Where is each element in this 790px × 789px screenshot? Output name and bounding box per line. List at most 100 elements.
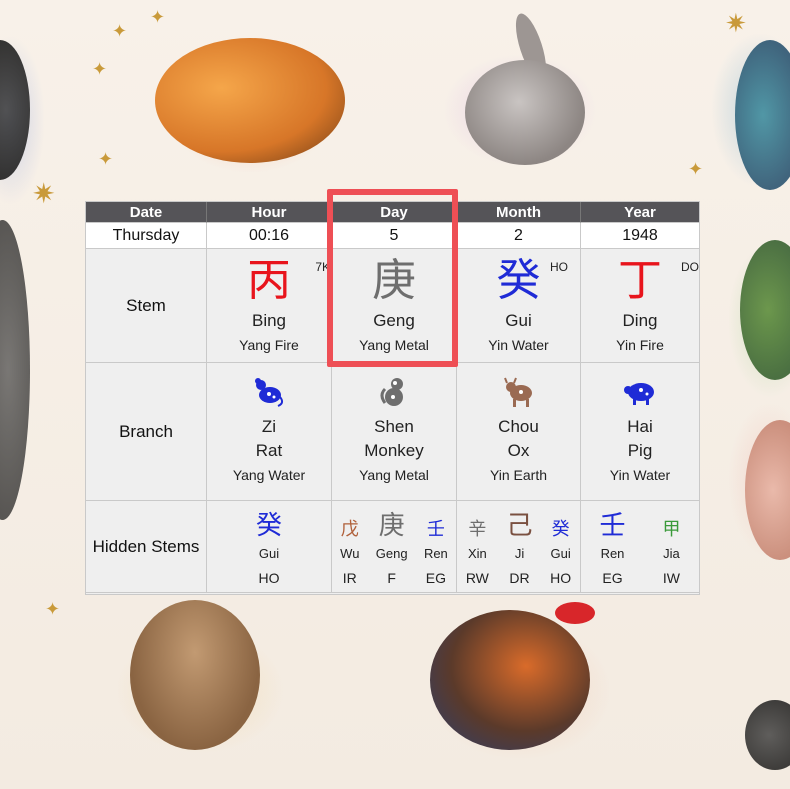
branch-year: Hai Pig Yin Water: [581, 363, 699, 501]
stem-element: Yang Fire: [239, 337, 299, 353]
hidden-stem-character: 壬: [426, 519, 445, 540]
branch-animal: Rat: [255, 441, 283, 460]
hidden-stem-name: Jia: [663, 546, 680, 561]
hidden-stem-name: Gui: [258, 546, 280, 561]
hidden-stem-god: RW: [465, 570, 489, 586]
hidden-stem: 戊 Wu IR: [340, 501, 359, 592]
row-label-hidden-stems: Hidden Stems: [86, 501, 207, 593]
branch-name: Hai: [627, 417, 653, 436]
branch-name: Chou: [498, 417, 539, 436]
stem-character: 癸: [496, 255, 541, 306]
hidden-stem-character: 甲: [662, 519, 681, 540]
bazi-chart: Date Hour Day Month Year Thursday 00:16 …: [85, 201, 700, 595]
pig-icon: [624, 383, 654, 405]
stem-year: 丁 Ding Yin Fire DO: [581, 249, 699, 363]
hidden-stem-name: Ren: [600, 546, 625, 561]
year-value: 1948: [581, 223, 699, 249]
rooster-illustration: [430, 610, 590, 750]
star-icon: ✦: [150, 7, 166, 27]
hidden-stem-name: Ren: [423, 546, 448, 561]
stem-pinyin: Ding: [622, 311, 658, 330]
ten-god-tag: 7K: [315, 260, 330, 274]
hidden-stem-god: IW: [662, 570, 681, 586]
hidden-stem-character: 癸: [255, 511, 282, 541]
branch-animal: Monkey: [364, 441, 424, 460]
hidden-stem-name: Ji: [514, 546, 525, 561]
hidden-stem-character: 己: [506, 511, 533, 541]
row-label-branch: Branch: [86, 363, 207, 501]
header-month: Month: [457, 202, 581, 223]
hidden-stems-hour: 癸 Gui HO: [207, 501, 332, 593]
star-icon: ✦: [92, 59, 108, 79]
hidden-stems-day: 戊 Wu IR 庚 Geng F 壬 Ren EG: [332, 501, 457, 593]
hidden-stem: 己 Ji DR: [507, 501, 533, 592]
hidden-stem-character: 戊: [340, 519, 359, 540]
month-value: 2: [457, 223, 581, 249]
hidden-stem-character: 癸: [551, 519, 570, 540]
branch-hour: Zi Rat Yang Water: [207, 363, 332, 501]
hidden-stem-name: Gui: [550, 546, 571, 561]
monkey-icon: [380, 378, 403, 406]
hidden-stem: 庚 Geng F: [376, 501, 408, 592]
stem-character: 庚: [372, 255, 416, 306]
monkey-illustration: [130, 600, 260, 750]
branch-element: Yin Water: [609, 467, 671, 483]
row-label-stem: Stem: [86, 249, 207, 363]
hidden-stem-god: F: [387, 570, 396, 586]
hidden-stem: 壬 Ren EG: [599, 501, 625, 592]
hidden-stem-character: 庚: [378, 511, 405, 541]
stem-pinyin: Geng: [373, 311, 415, 330]
branch-month: Chou Ox Yin Earth: [457, 363, 581, 501]
stem-element: Yin Water: [488, 337, 549, 353]
hidden-stem-character: 辛: [468, 519, 487, 540]
branch-day: Shen Monkey Yang Metal: [332, 363, 457, 501]
hidden-stem-god: HO: [550, 570, 572, 586]
hidden-stem: 壬 Ren EG: [424, 501, 448, 592]
header-hour: Hour: [207, 202, 332, 223]
stem-day: 庚 Geng Yang Metal: [332, 249, 457, 363]
branch-element: Yin Earth: [489, 467, 548, 483]
header-day: Day: [332, 202, 457, 223]
header-year: Year: [581, 202, 699, 223]
branch-animal: Pig: [627, 441, 653, 460]
hidden-stem-god: EG: [425, 570, 446, 586]
ten-god-tag: HO: [550, 260, 568, 274]
star-icon: ✷: [32, 178, 56, 209]
rat-icon: [255, 378, 284, 407]
ox-icon: [503, 377, 532, 407]
branch-name: Shen: [374, 417, 414, 436]
star-icon: ✷: [725, 8, 747, 38]
hidden-stem: 辛 Xin RW: [466, 501, 489, 592]
weekday-value: Thursday: [86, 223, 207, 249]
rabbit-illustration: [465, 60, 585, 165]
branch-element: Yang Water: [232, 467, 306, 483]
hidden-stem-god: IR: [342, 570, 357, 586]
hidden-stem-name: Xin: [467, 546, 487, 561]
stem-character: 丙: [247, 255, 291, 306]
hidden-stem-character: 壬: [599, 511, 626, 541]
hidden-stem-god: EG: [602, 570, 623, 586]
day-value: 5: [332, 223, 457, 249]
branch-element: Yang Metal: [359, 467, 429, 483]
branch-animal: Ox: [507, 441, 530, 460]
stem-element: Yang Metal: [359, 337, 429, 353]
star-icon: ✦: [98, 149, 114, 169]
stem-pinyin: Bing: [251, 311, 287, 330]
star-icon: ✦: [112, 21, 128, 41]
rooster-comb: [555, 602, 595, 624]
star-icon: ✦: [45, 599, 61, 619]
stem-character: 丁: [618, 255, 662, 306]
ten-god-tag: DO: [681, 260, 699, 274]
hidden-stem-name: Wu: [340, 546, 360, 561]
tiger-illustration: [155, 38, 345, 163]
hidden-stems-month: 辛 Xin RW 己 Ji DR 癸 Gui HO: [457, 501, 581, 593]
stem-element: Yin Fire: [616, 337, 664, 353]
hidden-stem-name: Geng: [375, 546, 408, 561]
hidden-stem: 癸 Gui HO: [256, 501, 282, 592]
stem-month: 癸 Gui Yin Water HO: [457, 249, 581, 363]
hidden-stem: 癸 Gui HO: [550, 501, 571, 592]
hour-value: 00:16: [207, 223, 332, 249]
hidden-stem-god: HO: [258, 570, 280, 586]
branch-name: Zi: [261, 417, 277, 436]
stem-pinyin: Gui: [505, 311, 532, 330]
